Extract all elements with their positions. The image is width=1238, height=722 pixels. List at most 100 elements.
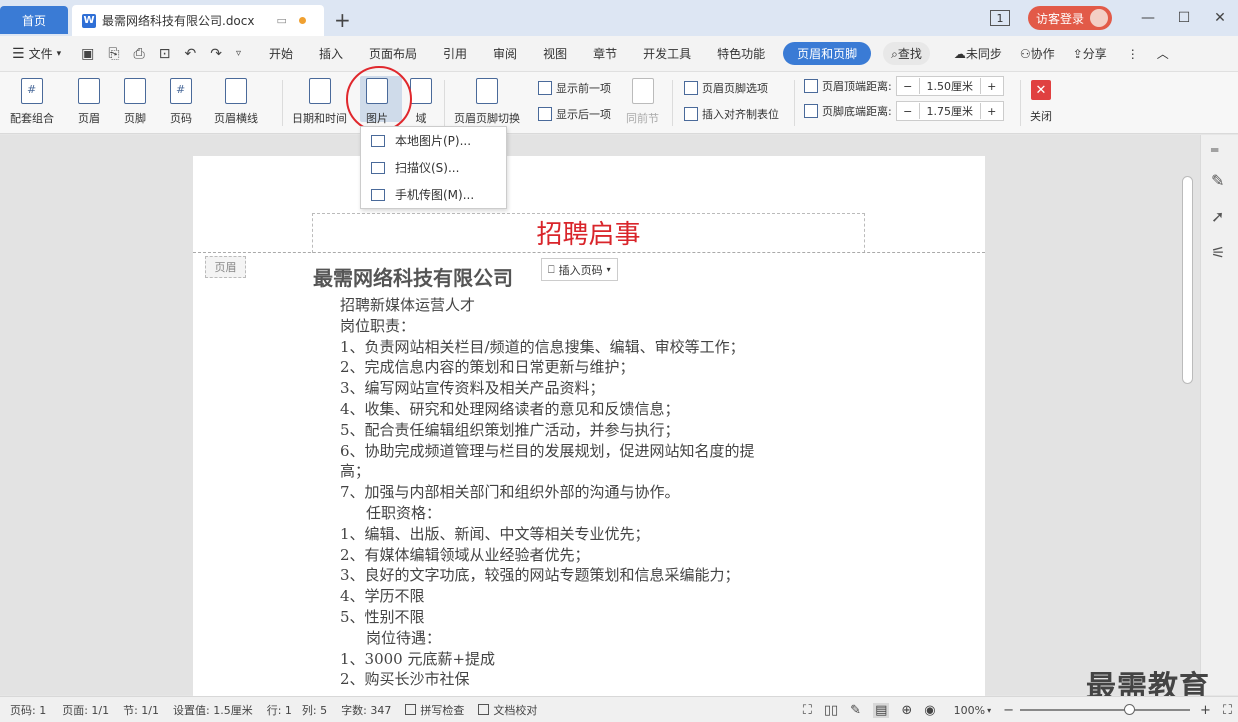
save-icon[interactable]: ▣ (81, 46, 94, 62)
show-prev-label: 显示前一项 (556, 82, 611, 95)
increment-button[interactable]: + (981, 105, 1003, 118)
print-icon[interactable]: ⎙ (134, 46, 145, 62)
page-view-icon[interactable]: ▤ (873, 702, 890, 718)
guest-login-button[interactable]: 访客登录 (1027, 6, 1112, 30)
footer-button[interactable]: 页脚 (124, 78, 146, 126)
export-icon[interactable]: ⎘ (108, 46, 119, 62)
pen-icon[interactable]: ✎ (1211, 171, 1224, 190)
spell-check-toggle[interactable]: 拼写检查 (405, 702, 464, 718)
menu-file[interactable]: ☰ 文件 ▾ (12, 45, 61, 62)
tab-page-layout[interactable]: 页面布局 (369, 45, 417, 62)
sync-label: 未同步 (965, 47, 1002, 61)
fit-page-icon[interactable]: ⛶ (803, 703, 812, 718)
header-button[interactable]: 页眉 (78, 78, 100, 126)
page-number-label: 页码 (170, 112, 192, 125)
customize-icon[interactable]: ▿ (236, 48, 241, 59)
tab-review[interactable]: 审阅 (493, 45, 517, 62)
page-number-button[interactable]: 页码 (170, 78, 192, 126)
header-footer-switch-button[interactable]: 页眉页脚切换 (454, 78, 520, 126)
insert-page-number-button[interactable]: ⎕ 插入页码 ▾ (541, 258, 618, 281)
tab-dev-tools[interactable]: 开发工具 (643, 45, 691, 62)
minimize-button[interactable]: — (1130, 10, 1166, 26)
same-as-prev-button[interactable]: 同前节 (626, 78, 659, 126)
undo-icon[interactable]: ↶ (184, 46, 196, 62)
company-name[interactable]: 最需网络科技有限公司 (313, 262, 513, 291)
collapse-ribbon-icon[interactable]: ︿ (1157, 45, 1169, 62)
window-count-badge[interactable]: 1 (989, 10, 1010, 26)
reading-mode-icon[interactable]: ▯▯ (824, 703, 838, 718)
header-line-button[interactable]: 页眉横线 (214, 78, 258, 126)
cursor-icon[interactable]: ➚ (1211, 207, 1224, 226)
show-prev-button[interactable]: 显示前一项 (538, 80, 611, 96)
header-title[interactable]: 招聘启事 (312, 214, 865, 251)
insert-align-tab-button[interactable]: 插入对齐制表位 (684, 106, 779, 122)
collab-button[interactable]: ⚇协作 (1020, 45, 1055, 62)
chevron-down-icon[interactable]: ▾ (987, 706, 991, 715)
tab-start[interactable]: 开始 (269, 45, 293, 62)
menu-item-scanner[interactable]: 扫描仪(S)... (361, 154, 506, 181)
footer-distance-label: 页脚底端距离: (822, 105, 892, 118)
redo-icon[interactable]: ↷ (210, 46, 222, 62)
eye-protect-icon[interactable]: ◉ (924, 703, 935, 718)
write-mode-icon[interactable]: ✎ (850, 703, 861, 718)
share-button[interactable]: ⇪分享 (1073, 45, 1107, 62)
zoom-slider-knob[interactable] (1123, 704, 1135, 715)
footer-distance-value[interactable]: 1.75厘米 (918, 103, 981, 119)
new-tab-button[interactable]: + (334, 8, 351, 32)
scroll-thumb[interactable] (1182, 176, 1193, 384)
header-tag: 页眉 (205, 256, 246, 278)
search-button[interactable]: ⌕查找 (883, 42, 930, 65)
menu-bar: ☰ 文件 ▾ ▣ ⎘ ⎙ ⊡ ↶ ↷ ▿ 开始 插入 页面布局 引用 审阅 视图… (0, 36, 1238, 72)
cloud-icon: ☁ (953, 47, 966, 61)
footer-distance-stepper[interactable]: − 1.75厘米 + (895, 101, 1004, 121)
more-icon[interactable]: ⋮ (1127, 47, 1139, 61)
settings-sliders-icon[interactable]: ⚟ (1211, 243, 1225, 262)
tab-section[interactable]: 章节 (593, 45, 617, 62)
maximize-button[interactable]: ☐ (1166, 10, 1202, 26)
decrement-button[interactable]: − (897, 105, 919, 118)
increment-button[interactable]: + (981, 80, 1003, 93)
zoom-out-button[interactable]: − (1003, 703, 1014, 718)
doc-line: 岗位待遇： (366, 628, 442, 647)
menu-item-label: 本地图片(P)... (395, 134, 472, 148)
decrement-button[interactable]: − (897, 80, 919, 93)
monitor-icon[interactable]: ▭ (276, 14, 286, 27)
close-label: 关闭 (1030, 110, 1052, 123)
field-button[interactable]: 域 (410, 78, 432, 126)
menu-item-phone-transfer[interactable]: 手机传图(M)... (361, 181, 506, 208)
show-next-button[interactable]: 显示后一项 (538, 106, 611, 122)
header-distance-value[interactable]: 1.50厘米 (918, 78, 981, 94)
header-icon (78, 78, 100, 104)
tab-view[interactable]: 视图 (543, 45, 567, 62)
close-header-footer-button[interactable]: ✕ 关闭 (1030, 80, 1052, 124)
guest-login-label: 访客登录 (1035, 11, 1084, 26)
tab-reference[interactable]: 引用 (443, 45, 467, 62)
date-time-button[interactable]: 日期和时间 (292, 78, 347, 126)
menu-item-local-picture[interactable]: 本地图片(P)... (361, 127, 506, 154)
show-prev-icon (538, 81, 552, 95)
status-word-count[interactable]: 字数: 347 (341, 702, 391, 718)
doc-line: 招聘新媒体运营人才 (340, 296, 476, 314)
hf-options-button[interactable]: 页眉页脚选项 (684, 80, 768, 96)
sync-status[interactable]: ☁未同步 (954, 45, 1002, 62)
document-body[interactable]: 招聘新媒体运营人才 岗位职责： 1、负责网站相关栏目/频道的信息搜集、编辑、审校… (340, 295, 810, 690)
document-tab-title: 最需网络科技有限公司.docx (102, 14, 255, 28)
fullscreen-icon[interactable]: ⛶ (1223, 703, 1232, 718)
tab-home[interactable]: 首页 (0, 6, 68, 34)
preview-icon[interactable]: ⊡ (159, 46, 171, 62)
doc-check-button[interactable]: 文档校对 (478, 702, 537, 718)
zoom-slider[interactable] (1019, 704, 1190, 715)
tab-header-footer[interactable]: 页眉和页脚 (783, 42, 872, 65)
collapse-panel-icon[interactable]: ═ (1211, 143, 1218, 157)
zoom-in-button[interactable]: + (1200, 703, 1211, 718)
header-distance-stepper[interactable]: − 1.50厘米 + (895, 76, 1004, 96)
tab-document[interactable]: W 最需网络科技有限公司.docx ▭ (72, 5, 324, 36)
zoom-level[interactable]: 100% (954, 704, 985, 717)
web-view-icon[interactable]: ⊕ (901, 703, 912, 718)
word-doc-icon: W (82, 13, 96, 28)
set-combo-button[interactable]: 配套组合 (10, 78, 54, 126)
tab-insert[interactable]: 插入 (319, 45, 343, 62)
doc-line: 4、学历不限 (340, 587, 425, 606)
close-window-button[interactable]: ✕ (1202, 10, 1238, 26)
tab-features[interactable]: 特色功能 (717, 45, 765, 62)
